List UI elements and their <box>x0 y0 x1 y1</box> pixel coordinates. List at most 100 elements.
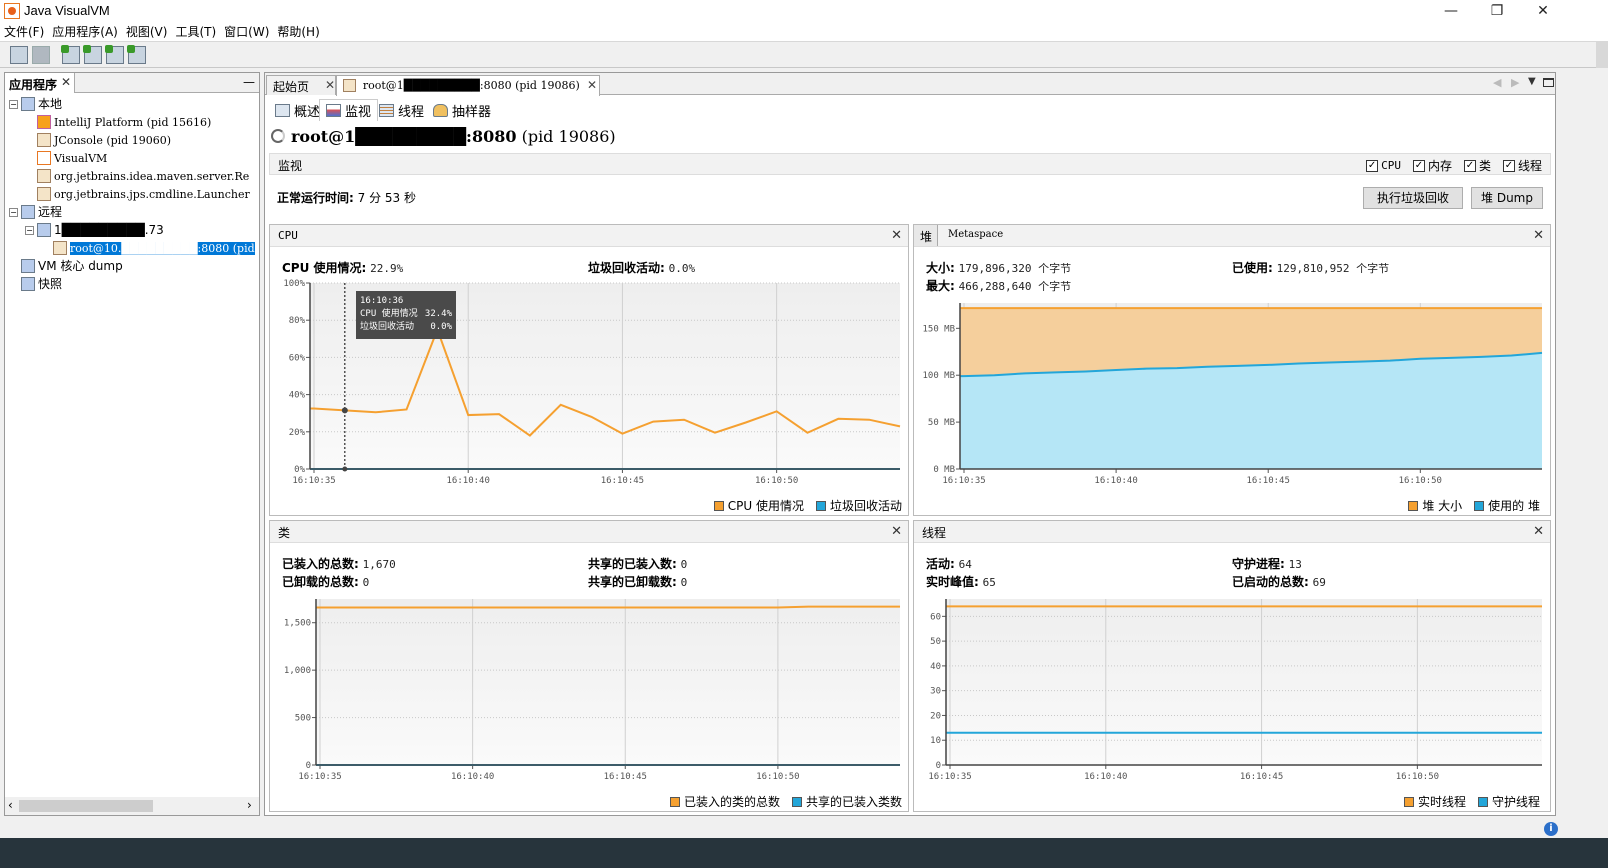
add-snapshot-icon[interactable] <box>127 45 146 64</box>
close-icon[interactable]: ✕ <box>1533 228 1544 243</box>
subtab-overview[interactable]: 概述 <box>269 99 326 121</box>
minimize-icon[interactable]: — <box>243 75 255 89</box>
tree-node[interactable]: VisualVM <box>9 149 259 167</box>
subtab-threads[interactable]: 线程 <box>373 99 430 121</box>
heap-chart[interactable]: 0 MB 50 MB 100 MB 150 MB 16:10:35 16:10:40 16:… <box>914 291 1550 495</box>
checkbox[interactable]: ✓ <box>1366 159 1379 172</box>
cpu-panel-header: CPU ✕ <box>270 225 908 247</box>
y-tick-label: 50 <box>930 637 941 647</box>
heap-dump-button[interactable]: 堆 Dump <box>1471 187 1543 209</box>
heap-legend: 堆 大小 使用的 堆 <box>1408 497 1540 514</box>
minimize-button[interactable]: — <box>1428 0 1474 22</box>
tree-node-label: org.jetbrains.jps.cmdline.Launcher <box>54 188 250 201</box>
tree-node[interactable]: 快照 <box>9 275 259 293</box>
applications-panel: 应用程序 ✕ — − 本地 IntelliJ Platform (pid 15616… <box>4 72 260 816</box>
collapse-toggle-icon[interactable]: − <box>25 226 34 235</box>
subtab-sampler[interactable]: 抽样器 <box>427 99 497 121</box>
cpu-tooltip: 16:10:36 CPU 使用情况 32.4% 垃圾回收活动 0.0% <box>356 291 456 339</box>
menu-file[interactable]: 文件(F) <box>0 22 48 42</box>
subtab-monitor[interactable]: 监视 <box>319 99 379 121</box>
applications-tab-label: 应用程序 <box>9 78 58 92</box>
close-button[interactable]: ✕ <box>1520 0 1566 22</box>
add-remote-host-icon[interactable] <box>61 45 80 64</box>
stat-value: 0.0% <box>668 262 696 275</box>
y-tick-label: 150 MB <box>922 324 955 334</box>
stat-label: 已使用: <box>1232 261 1273 275</box>
tab-metaspace[interactable]: Metaspace <box>948 229 1003 240</box>
toggle-classes[interactable]: ✓ 类 <box>1463 157 1491 174</box>
tree-node[interactable]: − 本地 <box>9 95 259 113</box>
save-icon[interactable] <box>32 46 50 64</box>
classes-chart[interactable]: 0 500 1,000 1,500 16:10:35 16:10:40 16:10:45 16… <box>270 587 908 791</box>
scroll-left-icon[interactable]: ‹ <box>8 798 13 812</box>
threads-chart[interactable]: 0 10 20 30 40 50 60 16:10:35 16:10:40 16:10:45 16:… <box>914 587 1550 791</box>
vertical-scrollbar[interactable] <box>1560 72 1568 816</box>
menu-window[interactable]: 窗口(W) <box>220 22 273 42</box>
checkbox[interactable]: ✓ <box>1502 159 1515 172</box>
scrollbar-thumb[interactable] <box>19 800 153 812</box>
maximize-icon[interactable] <box>1543 78 1554 87</box>
perform-gc-button[interactable]: 执行垃圾回收 <box>1363 187 1463 209</box>
restore-button[interactable]: ❐ <box>1474 0 1520 22</box>
monitor-toggles: ✓ CPU ✓ 内存 ✓ 类 ✓ 线程 <box>1354 157 1542 174</box>
toggle-cpu[interactable]: ✓ CPU <box>1366 157 1401 174</box>
horizontal-scrollbar[interactable]: ‹ › <box>5 797 259 815</box>
tree-node[interactable]: − 远程 <box>9 203 259 221</box>
info-icon[interactable]: i <box>1544 822 1558 836</box>
tab-heap[interactable]: 堆 <box>914 225 938 246</box>
cpu-legend: CPU 使用情况 垃圾回收活动 <box>713 497 902 514</box>
uptime-label: 正常运行时间: <box>277 191 354 205</box>
tree-node[interactable]: org.jetbrains.idea.maven.server.Re <box>9 167 259 185</box>
collapse-toggle-icon[interactable]: − <box>9 208 18 217</box>
checkbox[interactable]: ✓ <box>1412 159 1425 172</box>
tab-list-dropdown-icon[interactable]: ▼ <box>1528 76 1536 87</box>
legend-label: 守护线程 <box>1491 795 1540 809</box>
computer-icon <box>21 97 35 111</box>
menu-help[interactable]: 帮助(H) <box>273 22 323 42</box>
tree-node-label: 1█████████.73 <box>54 223 164 237</box>
menu-view[interactable]: 视图(V) <box>122 22 172 42</box>
menu-applications[interactable]: 应用程序(A) <box>48 22 122 42</box>
add-jmx-connection-icon[interactable] <box>83 45 102 64</box>
stat-value: 0 <box>680 558 688 571</box>
close-icon[interactable]: ✕ <box>587 78 597 92</box>
load-dump-icon[interactable] <box>105 45 124 64</box>
tree-node[interactable]: root@10.█████████:8080 (pid <box>9 239 259 257</box>
checkbox-label: 线程 <box>1517 159 1542 173</box>
applications-tab[interactable]: 应用程序 ✕ <box>5 73 75 93</box>
open-icon[interactable] <box>10 46 28 64</box>
tree-node[interactable]: − 1█████████.73 <box>9 221 259 239</box>
jmx-icon <box>343 79 356 92</box>
tab-remote-app[interactable]: root@1█████████:8080 (pid 19086) ✕ <box>336 75 600 96</box>
menu-tools[interactable]: 工具(T) <box>171 22 220 42</box>
cpu-usage-stat: CPU 使用情况: 22.9% <box>282 259 403 276</box>
tree-node[interactable]: org.jetbrains.jps.cmdline.Launcher <box>9 185 259 203</box>
tree-node[interactable]: JConsole (pid 19060) <box>9 131 259 149</box>
close-icon[interactable]: ✕ <box>891 228 902 243</box>
y-tick-label: 40 <box>930 662 941 672</box>
close-icon[interactable]: ✕ <box>1533 524 1544 539</box>
x-tick-label: 16:10:35 <box>942 476 985 486</box>
x-tick-label: 16:10:50 <box>755 476 798 486</box>
tree-node[interactable]: IntelliJ Platform (pid 15616) <box>9 113 259 131</box>
y-tick-label: 100% <box>283 279 305 289</box>
scroll-right-icon[interactable]: › <box>247 798 252 812</box>
close-icon[interactable]: ✕ <box>325 78 335 92</box>
collapse-toggle-icon[interactable]: − <box>9 100 18 109</box>
tree-node[interactable]: VM 核心 dump <box>9 257 259 275</box>
checkbox[interactable]: ✓ <box>1463 159 1476 172</box>
legend-label: 实时线程 <box>1417 795 1466 809</box>
stat-label: 大小: <box>926 261 955 275</box>
toggle-threads[interactable]: ✓ 线程 <box>1502 157 1542 174</box>
monitor-icon <box>326 104 341 117</box>
scroll-tabs-right-icon[interactable]: ▶ <box>1511 76 1519 89</box>
x-tick-label: 16:10:35 <box>292 476 335 486</box>
scroll-tabs-left-icon[interactable]: ◀ <box>1493 76 1501 89</box>
close-icon[interactable]: ✕ <box>61 75 71 89</box>
classes-legend: 已装入的类的总数 共享的已装入类数 <box>669 793 902 810</box>
tree-node-label: root@10.█████████:8080 (pid <box>70 242 255 255</box>
tab-start-page[interactable]: 起始页 ✕ <box>266 75 336 95</box>
toggle-memory[interactable]: ✓ 内存 <box>1412 157 1452 174</box>
close-icon[interactable]: ✕ <box>891 524 902 539</box>
y-tick-label: 10 <box>930 736 941 746</box>
